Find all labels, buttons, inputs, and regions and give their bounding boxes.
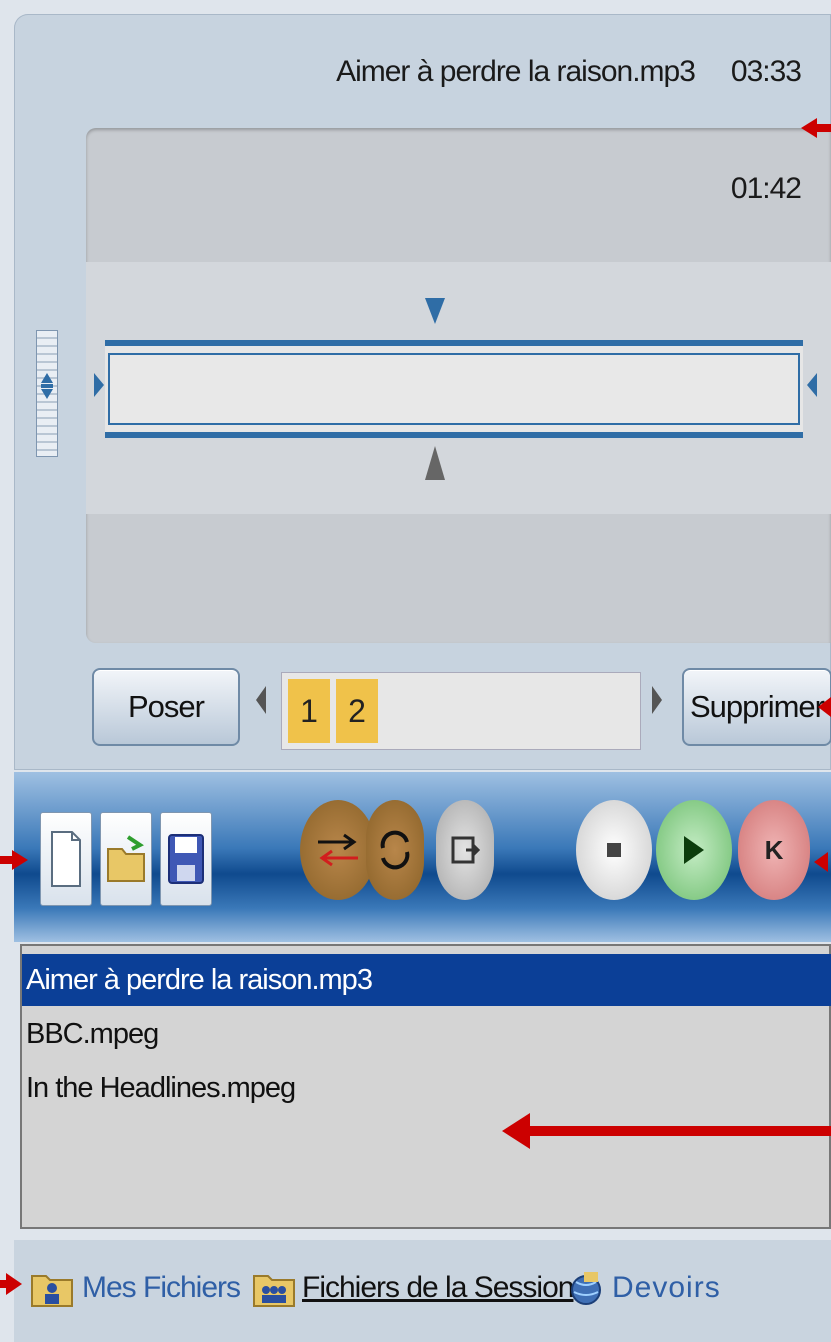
annotation-arrow-tabs xyxy=(0,1268,24,1298)
timeline-start-handle[interactable] xyxy=(94,373,104,397)
stop-glyph xyxy=(607,843,621,857)
annotation-arrow-toolbar xyxy=(0,846,30,874)
current-position: 01:42 xyxy=(730,172,802,205)
tab-devoirs[interactable]: Devoirs xyxy=(566,1246,721,1330)
new-file-icon[interactable] xyxy=(40,812,92,906)
record-icon[interactable]: K xyxy=(738,800,810,900)
duration: 03:33 xyxy=(730,55,802,88)
list-item[interactable]: In the Headlines.mpeg xyxy=(22,1062,831,1114)
volume-thumb-icon[interactable] xyxy=(40,371,54,401)
sync-icon[interactable] xyxy=(300,800,376,900)
open-folder-icon[interactable] xyxy=(100,812,152,906)
annotation-arrow-duration xyxy=(801,112,831,144)
stop-icon[interactable] xyxy=(576,800,652,900)
track-title: Aimer à perdre la raison.mp3 03:33 xyxy=(336,55,802,89)
playhead-top-marker[interactable] xyxy=(425,298,445,324)
file-name: Aimer à perdre la raison.mp3 xyxy=(336,55,696,88)
timeline-end-handle[interactable] xyxy=(807,373,817,397)
tab-fichiers-session-label: Fichiers de la Session xyxy=(302,1271,574,1304)
record-glyph: K xyxy=(764,834,784,865)
tab-mes-fichiers[interactable]: Mes Fichiers xyxy=(30,1246,241,1330)
globe-icon xyxy=(571,1272,601,1305)
page-2-tab[interactable]: 2 xyxy=(336,679,378,743)
poser-button[interactable]: Poser xyxy=(92,668,240,746)
loop-icon[interactable] xyxy=(366,800,424,900)
page-strip[interactable]: 1 2 xyxy=(281,672,641,750)
page-next-icon[interactable] xyxy=(652,686,662,714)
annotation-arrow-list xyxy=(502,1113,831,1149)
playhead-bottom-marker[interactable] xyxy=(425,446,445,480)
tab-mes-fichiers-label: Mes Fichiers xyxy=(82,1271,241,1304)
page-1-tab[interactable]: 1 xyxy=(288,679,330,743)
export-icon[interactable] xyxy=(436,800,494,900)
tab-devoirs-label: Devoirs xyxy=(612,1271,721,1304)
save-icon[interactable] xyxy=(160,812,212,906)
annotation-arrow-record xyxy=(814,850,831,874)
volume-slider[interactable] xyxy=(36,330,58,457)
page-prev-icon[interactable] xyxy=(256,686,266,714)
tab-fichiers-session[interactable]: Fichiers de la Session xyxy=(252,1246,574,1330)
file-list[interactable]: Aimer à perdre la raison.mp3 BBC.mpeg In… xyxy=(20,944,831,1229)
annotation-arrow-supprimer xyxy=(818,695,831,719)
list-item[interactable]: BBC.mpeg xyxy=(22,1008,831,1060)
list-item[interactable]: Aimer à perdre la raison.mp3 xyxy=(22,954,831,1006)
play-glyph xyxy=(684,836,704,864)
supprimer-button[interactable]: Supprimer xyxy=(682,668,831,746)
group-folder-icon xyxy=(253,1275,295,1307)
play-icon[interactable] xyxy=(656,800,732,900)
user-folder-icon xyxy=(31,1275,73,1307)
timeline-inner[interactable] xyxy=(108,353,800,425)
